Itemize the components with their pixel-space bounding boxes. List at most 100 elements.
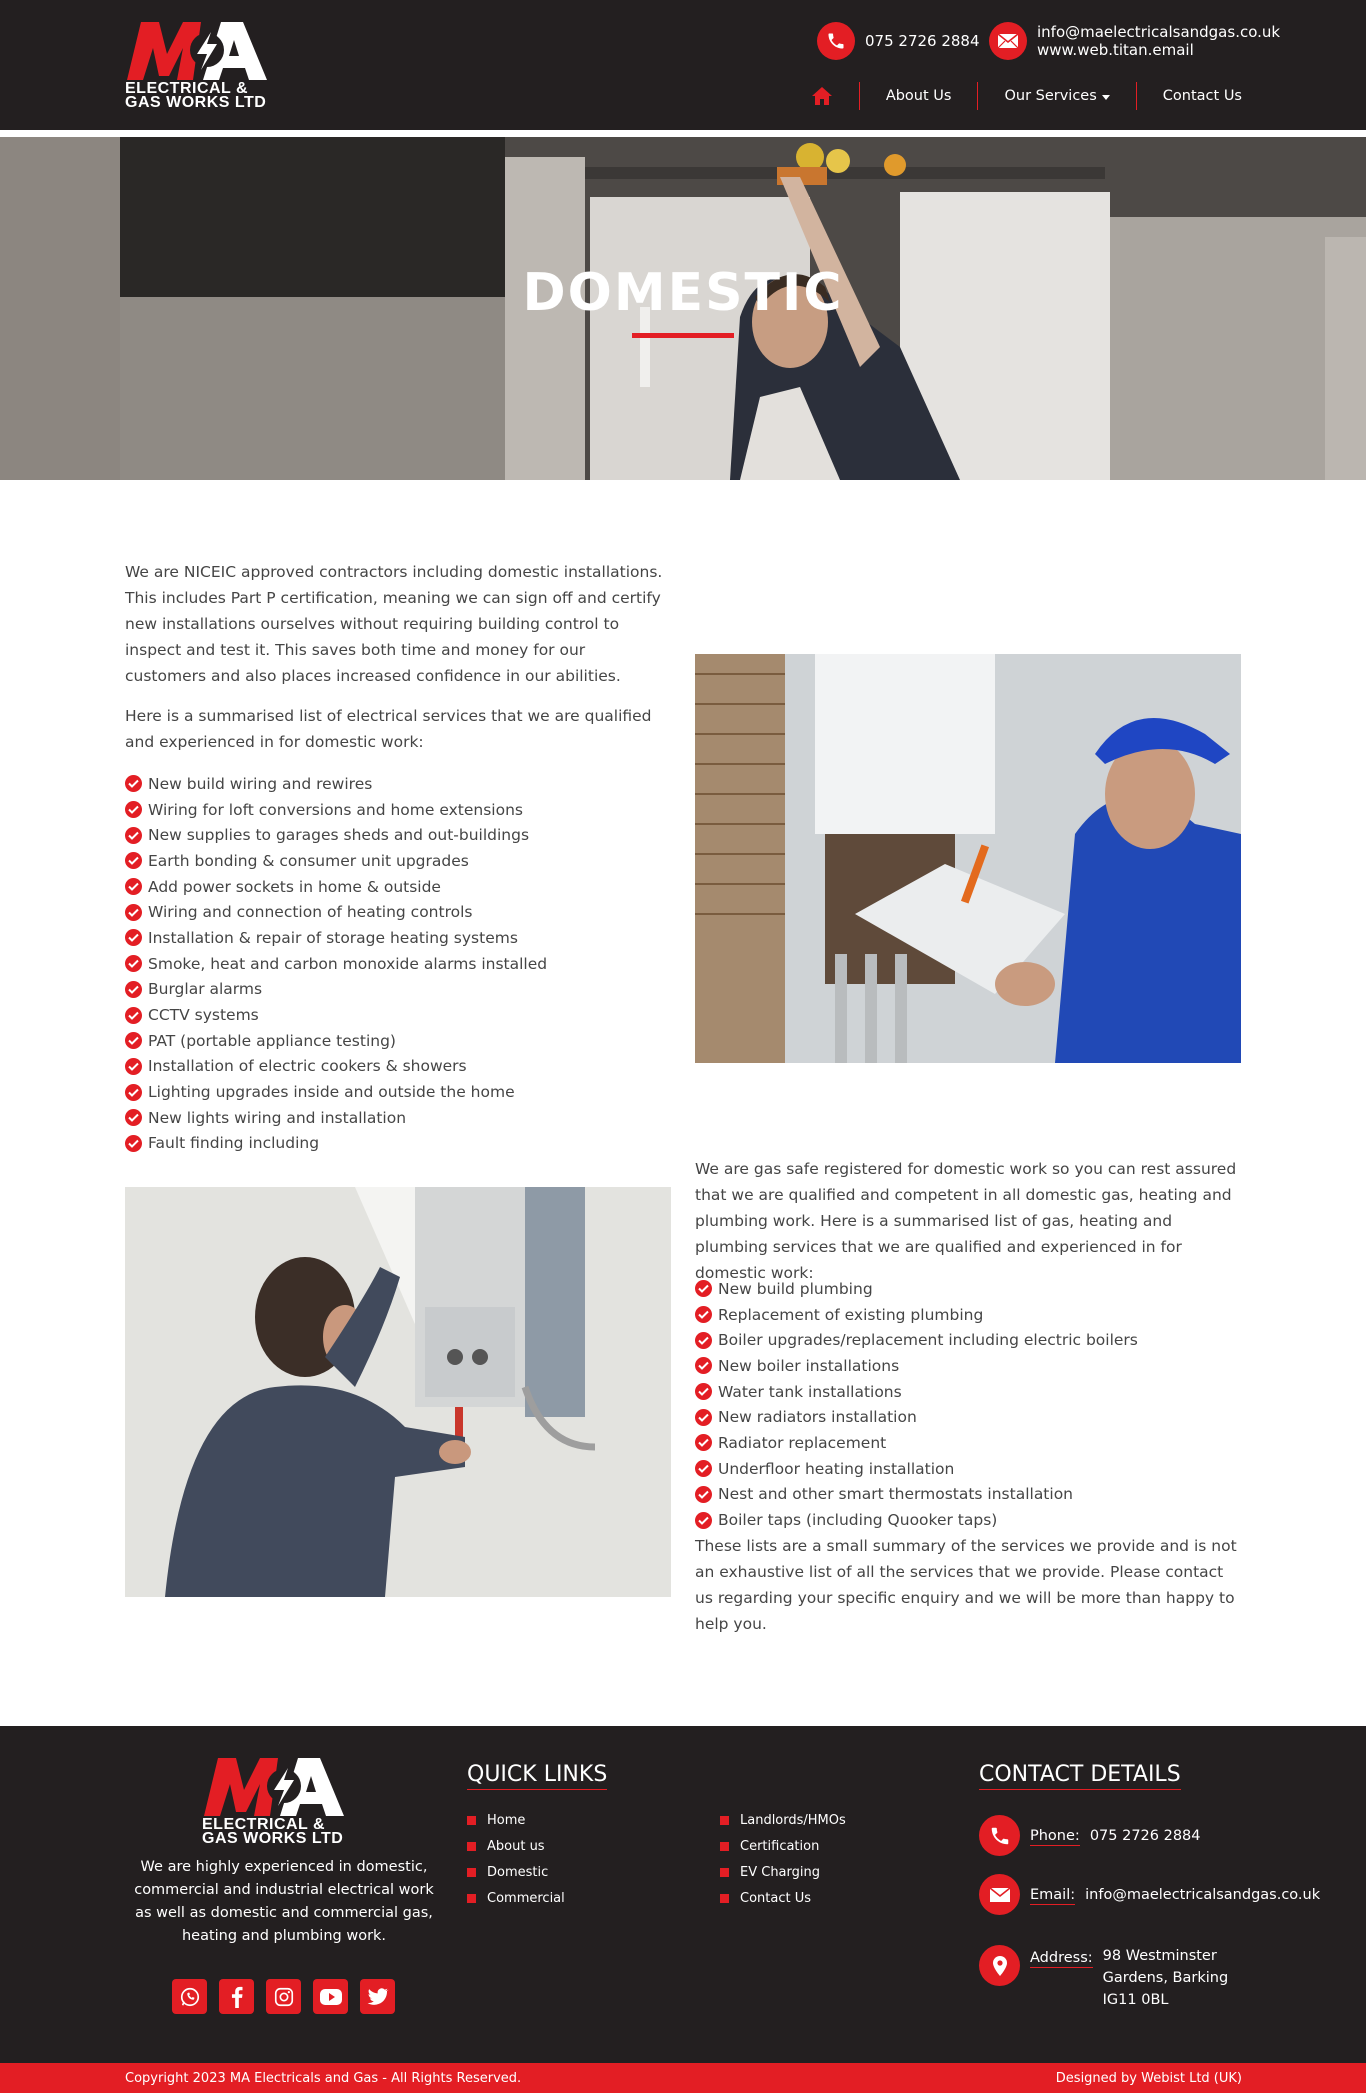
gas-services-list: New build plumbing Replacement of existin… — [695, 1276, 1241, 1533]
site-logo[interactable]: ELECTRICAL & GAS WORKS LTD — [125, 20, 290, 111]
footer-link[interactable]: EV Charging — [720, 1859, 846, 1885]
list-item: Water tank installations — [695, 1379, 1241, 1405]
check-circle-icon — [125, 852, 142, 870]
check-circle-icon — [695, 1331, 712, 1349]
list-item-text: New boiler installations — [718, 1356, 900, 1375]
footer-link-label: Domestic — [487, 1864, 549, 1880]
header-phone-text: 075 2726 2884 — [865, 32, 980, 50]
footer-link-label: Commercial — [487, 1890, 565, 1906]
instagram-icon[interactable] — [266, 1979, 301, 2014]
nav-services[interactable]: Our Services — [977, 82, 1135, 110]
check-circle-icon — [125, 1057, 142, 1075]
list-item: Installation of electric cookers & showe… — [125, 1054, 670, 1080]
list-item: Installation & repair of storage heating… — [125, 925, 670, 951]
bullet-square-icon — [720, 1867, 729, 1877]
electrical-list-intro: Here is a summarised list of electrical … — [125, 707, 652, 751]
copyright-bar: Copyright 2023 MA Electricals and Gas - … — [0, 2063, 1366, 2093]
check-circle-icon — [125, 1134, 142, 1152]
list-item-text: Installation of electric cookers & showe… — [148, 1057, 467, 1076]
list-item-text: New build plumbing — [718, 1279, 873, 1298]
list-item: Underfloor heating installation — [695, 1456, 1241, 1482]
footer-address-row: Address: 98 Westminster Gardens, Barking… — [979, 1945, 1253, 2011]
check-circle-icon — [695, 1280, 712, 1298]
bullet-square-icon — [467, 1893, 476, 1903]
footer-link-label: Home — [487, 1812, 526, 1828]
list-item-text: PAT (portable appliance testing) — [148, 1031, 396, 1050]
list-item: Radiator replacement — [695, 1430, 1241, 1456]
list-item: New boiler installations — [695, 1353, 1241, 1379]
check-circle-icon — [125, 775, 142, 793]
footer-phone-row[interactable]: Phone: 075 2726 2884 — [979, 1815, 1201, 1856]
footer-phone-label: Phone: — [1030, 1828, 1080, 1846]
footer-address-label: Address: — [1030, 1950, 1093, 1968]
quick-links-title: QUICK LINKS — [467, 1762, 608, 1790]
footer-logo[interactable]: ELECTRICAL & GAS WORKS LTD — [202, 1756, 367, 1848]
check-circle-icon — [695, 1383, 712, 1401]
gas-closing: These lists are a small summary of the s… — [695, 1537, 1237, 1633]
footer-link-label: About us — [487, 1838, 545, 1854]
list-item: New radiators installation — [695, 1404, 1241, 1430]
footer-link[interactable]: About us — [467, 1833, 565, 1859]
footer-email-row[interactable]: Email: info@maelectricalsandgas.co.uk — [979, 1874, 1320, 1915]
check-circle-icon — [125, 1032, 142, 1050]
footer-link[interactable]: Domestic — [467, 1859, 565, 1885]
logo-line2: GAS WORKS LTD — [125, 94, 267, 111]
title-underline — [632, 333, 734, 338]
list-item: Smoke, heat and carbon monoxide alarms i… — [125, 951, 670, 977]
boiler-installation-photo — [125, 1187, 671, 1597]
list-item-text: Lighting upgrades inside and outside the… — [148, 1083, 515, 1102]
footer-link[interactable]: Contact Us — [720, 1885, 846, 1911]
envelope-icon — [979, 1874, 1020, 1915]
footer-link-label: Contact Us — [740, 1890, 811, 1906]
bullet-square-icon — [467, 1841, 476, 1851]
list-item: Wiring and connection of heating control… — [125, 899, 670, 925]
list-item-text: Replacement of existing plumbing — [718, 1305, 984, 1324]
list-item-text: New radiators installation — [718, 1408, 917, 1427]
copyright-text: Copyright 2023 MA Electricals and Gas - … — [125, 2071, 522, 2086]
header-email-text[interactable]: info@maelectricalsandgas.co.uk — [1037, 23, 1280, 41]
whatsapp-icon[interactable] — [172, 1979, 207, 2014]
designer-credit[interactable]: Designed by Webist Ltd (UK) — [1056, 2071, 1242, 2086]
footer-link[interactable]: Commercial — [467, 1885, 565, 1911]
header-email[interactable]: info@maelectricalsandgas.co.uk www.web.t… — [989, 22, 1280, 60]
header-website-text[interactable]: www.web.titan.email — [1037, 41, 1280, 59]
footer-logo-mark — [204, 1758, 344, 1816]
quick-links-col2: Landlords/HMOs Certification EV Charging Co… — [720, 1807, 846, 1911]
twitter-icon[interactable] — [360, 1979, 395, 2014]
hero-banner: DOMESTIC — [0, 137, 1366, 480]
home-icon — [811, 87, 832, 105]
youtube-icon[interactable] — [313, 1979, 348, 2014]
list-item: Add power sockets in home & outside — [125, 874, 670, 900]
footer-link[interactable]: Home — [467, 1807, 565, 1833]
list-item: Replacement of existing plumbing — [695, 1302, 1241, 1328]
logo-text: ELECTRICAL & GAS WORKS LTD — [125, 81, 267, 111]
check-circle-icon — [695, 1485, 712, 1503]
list-item-text: Fault finding including — [148, 1134, 320, 1153]
facebook-icon[interactable] — [219, 1979, 254, 2014]
list-item-text: Installation & repair of storage heating… — [148, 928, 518, 947]
list-item: Burglar alarms — [125, 977, 670, 1003]
check-circle-icon — [125, 878, 142, 896]
footer-description: We are highly experienced in domestic, c… — [134, 1859, 434, 1944]
check-circle-icon — [125, 1109, 142, 1127]
list-item-text: CCTV systems — [148, 1006, 259, 1025]
header-phone[interactable]: 075 2726 2884 — [817, 22, 980, 60]
list-item-text: Boiler upgrades/replacement including el… — [718, 1331, 1138, 1350]
list-item: Boiler upgrades/replacement including el… — [695, 1327, 1241, 1353]
quick-links-col1: Home About us Domestic Commercial — [467, 1807, 565, 1911]
check-circle-icon — [695, 1511, 712, 1529]
list-item-text: Water tank installations — [718, 1382, 902, 1401]
footer-link[interactable]: Certification — [720, 1833, 846, 1859]
social-links — [172, 1979, 395, 2014]
footer-link[interactable]: Landlords/HMOs — [720, 1807, 846, 1833]
check-circle-icon — [125, 801, 142, 819]
footer-address-value: 98 Westminster Gardens, Barking IG11 0BL — [1102, 1948, 1229, 2008]
gas-intro: We are gas safe registered for domestic … — [695, 1160, 1237, 1282]
list-item: Fault finding including — [125, 1131, 670, 1157]
nav-contact[interactable]: Contact Us — [1135, 82, 1242, 110]
list-item: Boiler taps (including Quooker taps) — [695, 1507, 1241, 1533]
list-item-text: Add power sockets in home & outside — [148, 877, 441, 896]
nav-about[interactable]: About Us — [858, 82, 978, 110]
nav-home[interactable] — [785, 82, 859, 110]
list-item-text: Earth bonding & consumer unit upgrades — [148, 851, 469, 870]
